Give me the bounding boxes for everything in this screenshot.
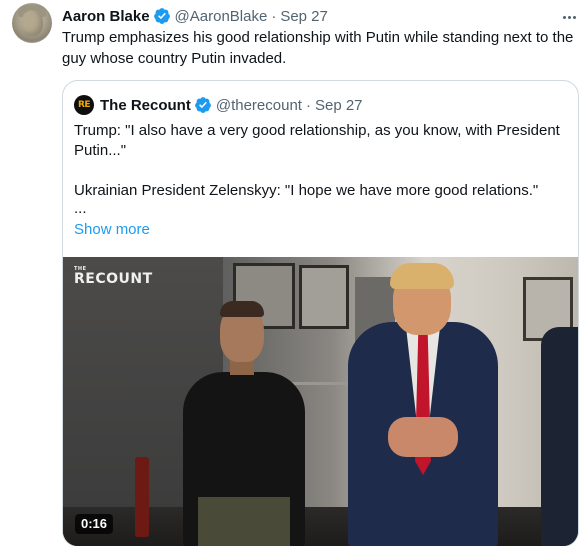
video-person-center-hair [390, 263, 454, 289]
show-more-link[interactable]: Show more [74, 221, 150, 238]
quoted-header-separator: · [305, 96, 311, 114]
quoted-tweet[interactable]: RE The Recount @therecount · Sep 27 Trum… [62, 80, 579, 546]
more-dot-3 [572, 15, 576, 19]
quoted-tweet-text: Trump: "I also have a very good relation… [74, 121, 569, 217]
video-player[interactable]: THE RECOUNT 0:16 [63, 257, 578, 546]
quoted-tweet-header: RE The Recount @therecount · Sep 27 [74, 94, 363, 116]
avatar-face-shape [21, 10, 43, 36]
quoted-author-handle[interactable]: @therecount [216, 97, 302, 114]
more-dot-2 [567, 15, 571, 19]
tweet[interactable]: Aaron Blake @AaronBlake · Sep 27 Trump e… [0, 0, 588, 546]
tweet-date[interactable]: Sep 27 [280, 8, 328, 25]
quoted-author-avatar[interactable]: RE [74, 95, 94, 115]
more-dot-1 [562, 15, 566, 19]
header-separator: · [271, 7, 277, 25]
author-name[interactable]: Aaron Blake [62, 8, 150, 25]
video-person-left-hair [220, 301, 264, 317]
quoted-author-name[interactable]: The Recount [100, 97, 191, 114]
quoted-line-zelenskyy: Ukrainian President Zelenskyy: "I hope w… [74, 182, 539, 199]
more-options-icon[interactable] [561, 9, 577, 25]
author-avatar[interactable] [12, 3, 52, 43]
video-wall-frame [299, 265, 349, 329]
tweet-header: Aaron Blake @AaronBlake · Sep 27 [62, 5, 328, 27]
video-duration-badge: 0:16 [75, 514, 114, 534]
verified-badge-icon [194, 97, 211, 113]
video-person-center-hands [388, 417, 458, 457]
tweet-text: Trump emphasizes his good relationship w… [62, 29, 574, 67]
verified-badge-icon [153, 8, 170, 24]
quoted-line-trump: Trump: "I also have a very good relation… [74, 122, 560, 159]
quoted-avatar-text: RE [77, 100, 91, 110]
author-handle[interactable]: @AaronBlake [175, 8, 268, 25]
video-watermark-logo: THE RECOUNT [74, 267, 153, 287]
quoted-tweet-date[interactable]: Sep 27 [315, 97, 363, 114]
video-person-right [541, 327, 578, 546]
logo-brand-text: RECOUNT [74, 271, 153, 287]
quoted-line-ellipsis: ... [74, 200, 87, 217]
video-person-left-pants [198, 497, 290, 546]
video-stanchion [135, 457, 149, 537]
